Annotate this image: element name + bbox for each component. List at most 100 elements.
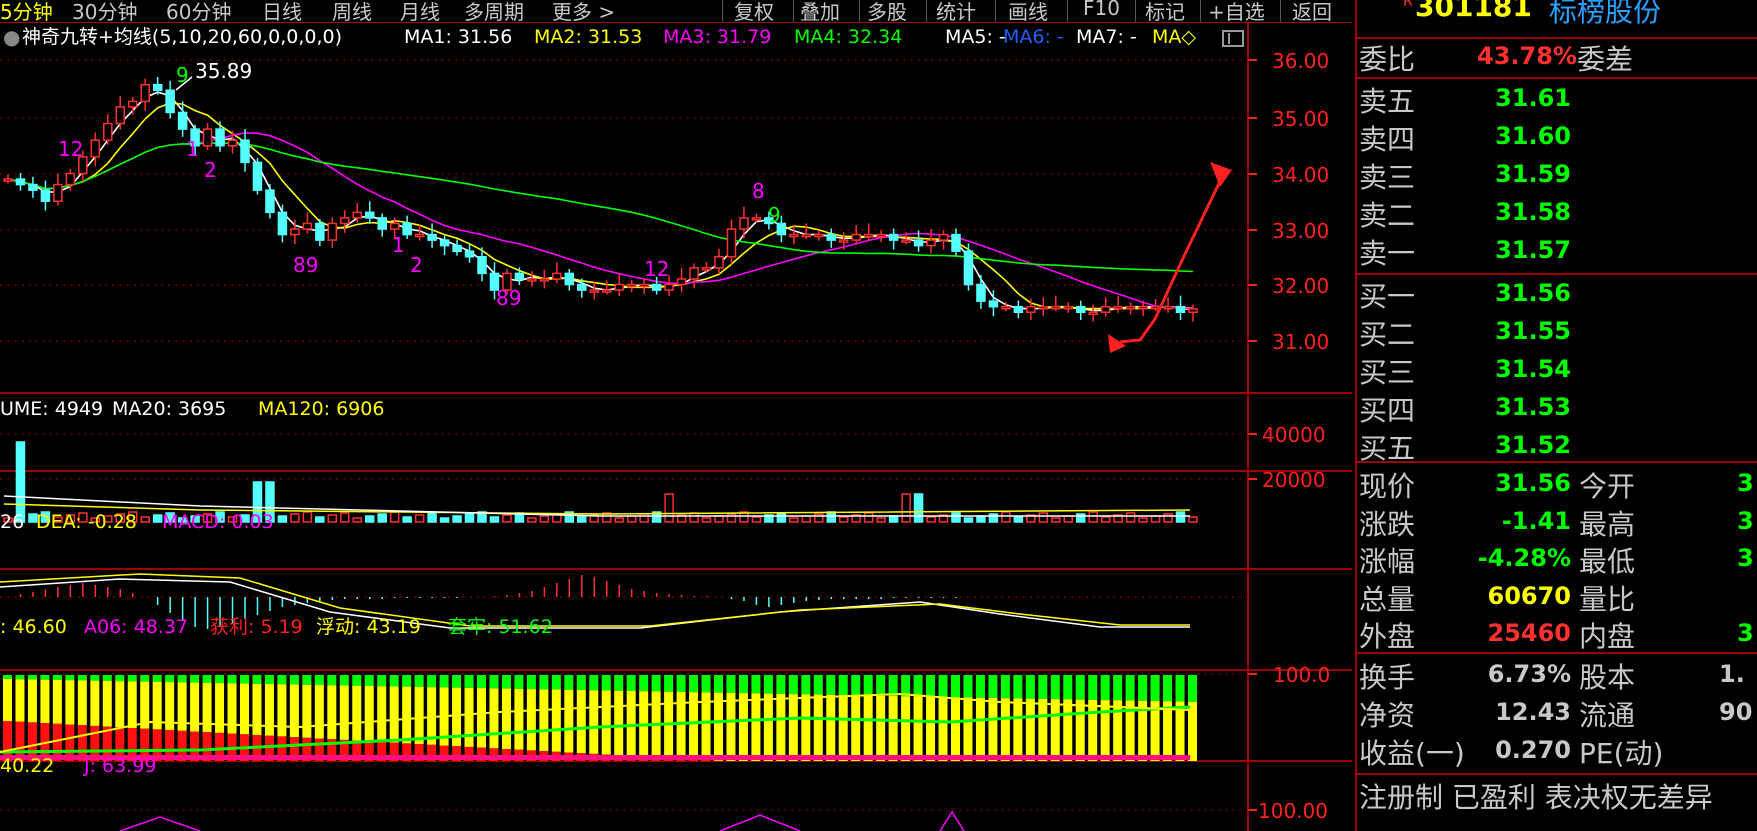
volume-legend-item: MA120: 6906	[258, 398, 384, 420]
tab-more[interactable]: 更多 >	[552, 0, 615, 22]
volume-bar	[726, 513, 737, 523]
chip-bar-yellow	[614, 690, 625, 756]
add-watchlist-button[interactable]: +自选	[1208, 0, 1265, 22]
volume-bar	[1013, 516, 1024, 523]
volume-bar	[701, 517, 712, 523]
chip-bar-green	[564, 675, 575, 690]
stock-name[interactable]: 标榜股份	[1549, 0, 1661, 30]
volume-bar	[789, 517, 799, 523]
candle-body	[115, 106, 126, 125]
volume-bar	[1075, 513, 1086, 523]
chip-bar-green	[826, 675, 837, 695]
candle-body	[1051, 305, 1061, 310]
nine-turn-label: 2	[410, 253, 423, 277]
chip-bar-green	[1075, 675, 1086, 700]
multi-stock-button[interactable]: 多股	[867, 0, 907, 22]
chip-bar-green	[838, 675, 849, 696]
ask-level-label: 卖五	[1359, 85, 1416, 118]
chip-bar-green	[813, 675, 824, 695]
overlay-button[interactable]: 叠加	[800, 0, 840, 22]
tab-weekly[interactable]: 周线	[332, 0, 372, 22]
quote-stat-value: 60670	[1487, 581, 1572, 610]
chip-bar-green	[876, 675, 887, 696]
volume-bar	[838, 516, 849, 523]
chip-bar-yellow	[801, 694, 812, 761]
kdj-axis: 100.00	[1248, 799, 1328, 823]
toolbar-divider	[793, 0, 794, 22]
draw-button[interactable]: 画线	[1008, 0, 1048, 22]
chip-bar-green	[751, 675, 762, 694]
fuquan-button[interactable]: 复权	[734, 0, 774, 22]
chip-bar-green	[65, 675, 76, 681]
chip-bar-green	[1150, 675, 1161, 702]
chip-bar-green	[963, 675, 974, 698]
chip-bar-green	[526, 675, 537, 690]
f10-button[interactable]: F10	[1083, 0, 1120, 20]
chip-bar-green	[1000, 675, 1011, 699]
volume-bar	[1001, 511, 1011, 523]
nine-turn-label: 89	[293, 253, 318, 277]
volume-bar	[489, 516, 500, 523]
chip-bar-green	[1163, 675, 1174, 702]
candle-body	[926, 239, 936, 247]
candle-body	[290, 228, 300, 236]
trend-arrow-annotation	[1108, 162, 1232, 353]
tab-daily[interactable]: 日线	[262, 0, 302, 22]
weibi-value: 43.78%	[1477, 42, 1577, 70]
quote-stat-label: 外盘	[1359, 620, 1416, 653]
chip-bar-green	[190, 675, 201, 683]
candle-body	[826, 233, 837, 241]
volume-bars	[3, 441, 1198, 523]
tab-monthly[interactable]: 月线	[400, 0, 440, 22]
volume-bar	[614, 517, 624, 523]
candle-body	[464, 250, 475, 258]
chip-bar-yellow	[1088, 699, 1099, 761]
chip-bar-green	[913, 675, 924, 697]
ask-level-label: 卖一	[1359, 237, 1416, 270]
chip-bar-yellow	[863, 695, 874, 761]
candle-body	[177, 111, 188, 130]
fundamental2-label: PE(动)	[1579, 737, 1664, 770]
candle-body	[1038, 305, 1049, 310]
chip-bar-green	[277, 675, 288, 685]
candle-body	[951, 233, 961, 252]
chip-bar-green	[402, 675, 413, 687]
tab-30min[interactable]: 30分钟	[72, 0, 137, 22]
volume-bar	[1100, 516, 1111, 523]
stats-button[interactable]: 统计	[936, 0, 976, 22]
quote-stat2-label: 内盘	[1579, 620, 1636, 653]
candle-body	[814, 233, 824, 238]
ask-level-value: 31.58	[1495, 198, 1571, 226]
mark-button[interactable]: 标记	[1145, 0, 1185, 22]
candle-body	[888, 233, 899, 241]
tab-multi-period[interactable]: 多周期	[464, 0, 524, 22]
chip-bar-green	[676, 675, 687, 692]
panel-settings-icon[interactable]	[1222, 30, 1244, 47]
chip-bar-green	[664, 675, 675, 692]
tab-60min[interactable]: 60分钟	[166, 0, 231, 22]
tab-5min[interactable]: 5分钟	[0, 0, 53, 22]
kline-chart[interactable]: ● 神奇九转+均线(5,10,20,60,0,0,0,0) MA1: 31.56…	[0, 22, 1352, 831]
chip-bar-yellow	[314, 685, 325, 739]
chip-bar-red	[701, 760, 712, 761]
chip-bar-green	[1175, 675, 1186, 702]
candle-body	[1075, 305, 1086, 314]
chip-bar-green	[289, 675, 300, 685]
chip-bar-green	[40, 675, 51, 680]
toolbar-divider	[859, 0, 860, 22]
volume-bar	[876, 517, 886, 523]
macd-legend-item: MACD: 0.03	[162, 511, 274, 533]
back-button[interactable]: 返回	[1292, 0, 1332, 22]
ma-legend-item: MA4: 32.34	[794, 26, 902, 48]
chip-bar-green	[1038, 675, 1049, 699]
ask-level-value: 31.60	[1495, 122, 1571, 150]
candle-body	[1026, 305, 1036, 314]
quote-stat-label: 涨幅	[1359, 545, 1416, 578]
chip-bar-green	[227, 675, 238, 684]
chip-bar-green	[240, 675, 250, 684]
volume-bar	[427, 512, 437, 523]
candle-body	[302, 222, 313, 230]
chip-bar-green	[302, 675, 313, 685]
indicator-toggle-icon[interactable]: ●	[3, 25, 20, 49]
chip-bar-yellow	[115, 681, 126, 728]
